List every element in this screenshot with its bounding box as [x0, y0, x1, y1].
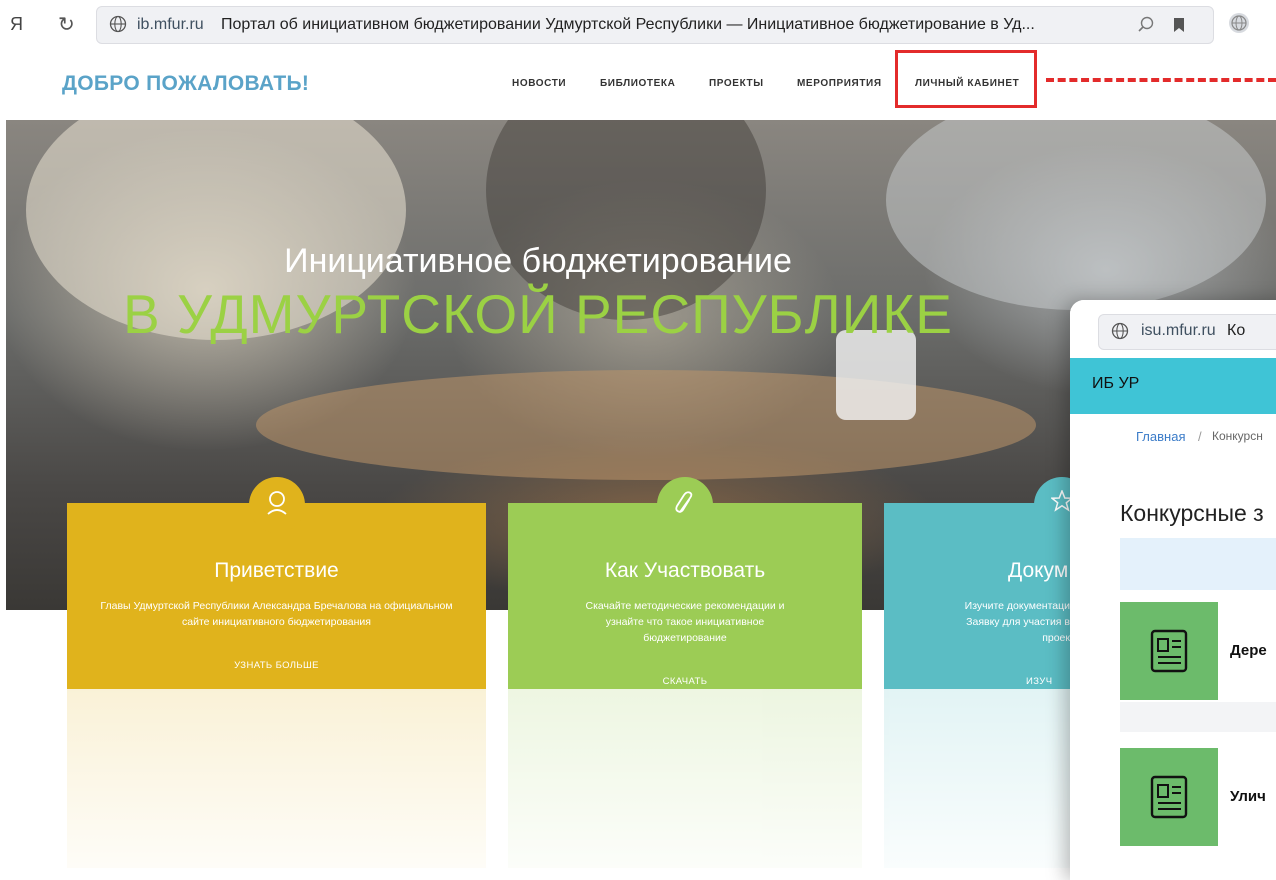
browser-toolbar: Я ↻ ib.mfur.ru Портал об инициативном бю…: [0, 0, 1276, 50]
learn-more-link[interactable]: УЗНАТЬ БОЛЬШЕ: [67, 660, 486, 671]
overlay-filter-band: [1120, 538, 1276, 590]
card-text: Скачайте методические рекомендации и узн…: [585, 600, 785, 644]
card-text-line: Заявку для участия в: [966, 616, 1070, 628]
card-title: Приветствие: [214, 559, 339, 582]
overlay-address-bar[interactable]: isu.mfur.ru Ко: [1098, 314, 1276, 350]
breadcrumb-current: Конкурсн: [1212, 429, 1263, 443]
globe-icon: [109, 15, 127, 33]
card-text-line: Изучите документаци: [964, 600, 1070, 612]
card-text-line: проек: [1042, 632, 1070, 644]
card-text: Изучите документаци Заявку для участия в…: [932, 598, 1070, 646]
search-icon[interactable]: [1137, 15, 1155, 33]
breadcrumb-separator: /: [1198, 429, 1202, 444]
overlay-brand[interactable]: ИБ УР: [1092, 375, 1139, 393]
list-item[interactable]: Дере: [1120, 602, 1276, 700]
address-domain: ib.mfur.ru: [137, 16, 204, 33]
overlay-domain: isu.mfur.ru: [1141, 322, 1216, 339]
card-title: Докум: [1008, 559, 1069, 582]
globe-icon: [1111, 322, 1129, 340]
study-link[interactable]: ИЗУЧ: [1026, 676, 1052, 687]
list-item[interactable]: Улич: [1120, 748, 1276, 846]
page-title: Портал об инициативном бюджетировании Уд…: [221, 16, 1035, 33]
site-header: ДОБРО ПОЖАЛОВАТЬ! НОВОСТИ БИБЛИОТЕКА ПРО…: [0, 50, 1276, 120]
overlay-site-header: ИБ УР: [1070, 358, 1276, 414]
card-documents: Докум Изучите документаци Заявку для уча…: [884, 477, 1090, 689]
overlay-window: isu.mfur.ru Ко ИБ УР Главная / Конкурсн …: [1070, 300, 1276, 880]
hero-subtitle: В УДМУРТСКОЙ РЕСПУБЛИКЕ: [123, 283, 953, 345]
nav-news[interactable]: НОВОСТИ: [512, 78, 566, 89]
breadcrumb: Главная / Конкурсн: [1070, 414, 1276, 470]
hero-photo-shape: [256, 370, 1036, 480]
site-logo[interactable]: ДОБРО ПОЖАЛОВАТЬ!: [62, 72, 309, 96]
document-icon: [1120, 602, 1218, 700]
reload-icon[interactable]: ↻: [58, 12, 75, 37]
nav-projects[interactable]: ПРОЕКТЫ: [709, 78, 764, 89]
reflection-fade: [6, 689, 1070, 868]
list-item-label: Дере: [1230, 642, 1267, 659]
overlay-page-title: Ко: [1227, 322, 1246, 339]
paperclip-icon: [657, 477, 713, 533]
card-text: Главы Удмуртской Республики Александра Б…: [100, 600, 453, 628]
address-bar[interactable]: ib.mfur.ru Портал об инициативном бюджет…: [96, 6, 1214, 44]
overlay-toolbar: isu.mfur.ru Ко: [1070, 300, 1276, 358]
nav-library[interactable]: БИБЛИОТЕКА: [600, 78, 675, 89]
browser-yandex-icon[interactable]: Я: [10, 14, 23, 35]
card-greeting: Приветствие Главы Удмуртской Республики …: [67, 477, 486, 689]
hero-title: Инициативное бюджетирование: [284, 242, 792, 280]
globe-icon[interactable]: [1228, 12, 1250, 34]
card-title: Как Участвовать: [604, 559, 766, 582]
nav-events[interactable]: МЕРОПРИЯТИЯ: [797, 78, 882, 89]
highlight-box: [895, 50, 1037, 108]
document-icon: [1120, 748, 1218, 846]
download-link[interactable]: СКАЧАТЬ: [508, 676, 862, 687]
overlay-heading: Конкурсные з: [1120, 500, 1264, 526]
list-row-spacer: [1120, 702, 1276, 732]
person-icon: [249, 477, 305, 533]
list-item-label: Улич: [1230, 788, 1266, 805]
breadcrumb-home[interactable]: Главная: [1136, 429, 1185, 444]
annotation-dashed-line: [1046, 78, 1276, 82]
cards-reflection: [6, 689, 1070, 868]
bookmark-icon[interactable]: [1173, 17, 1185, 33]
card-how-to-participate: Как Участвовать Скачайте методические ре…: [508, 477, 862, 689]
